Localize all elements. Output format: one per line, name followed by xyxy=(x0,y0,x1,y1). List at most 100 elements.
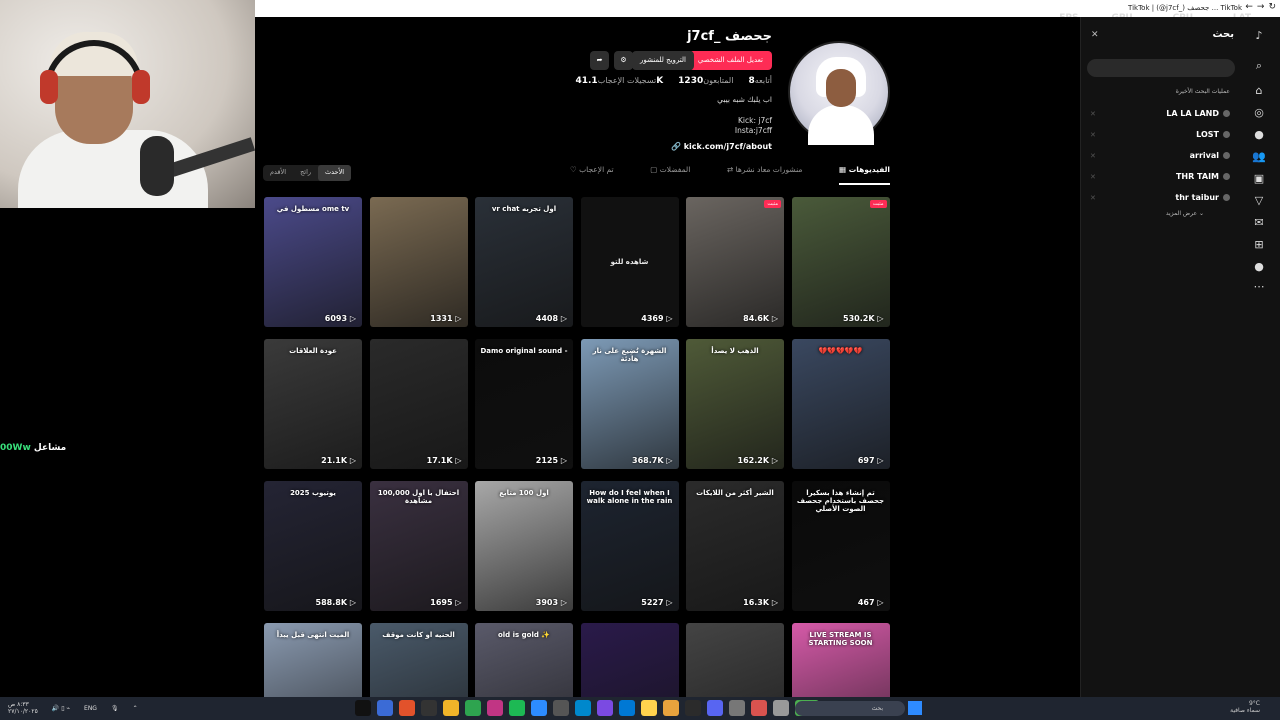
instagram-icon[interactable] xyxy=(487,700,503,716)
tab-reposts[interactable]: ⇄ منشورات معاد نشرها xyxy=(727,165,802,185)
video-tile[interactable]: الذهب لا يصدأ 162.2K ▷ xyxy=(686,339,784,469)
telegram-icon[interactable] xyxy=(575,700,591,716)
files-icon[interactable] xyxy=(641,700,657,716)
reload-icon[interactable]: ↻ xyxy=(1268,2,1276,12)
remove-icon[interactable]: ✕ xyxy=(1090,110,1096,118)
tab-videos[interactable]: ▦ الفيديوهات xyxy=(839,165,890,185)
forward-icon[interactable]: → xyxy=(1257,2,1265,12)
edit-profile-button[interactable]: تعديل الملف الشخصي xyxy=(688,51,772,70)
inbox-icon[interactable]: ▽ xyxy=(1252,194,1266,208)
video-tile[interactable]: LIVE STREAM IS STARTING SOON xyxy=(791,623,890,697)
chevron-up-icon[interactable]: ⌃ xyxy=(133,705,138,712)
sort-toggle: الأقدم رائج الأحدث xyxy=(263,165,352,181)
video-tile[interactable] xyxy=(686,623,784,697)
back-icon[interactable]: ← xyxy=(1245,2,1253,12)
app-icon[interactable] xyxy=(531,700,547,716)
video-tile[interactable]: How do I feel when I walk alone in the r… xyxy=(580,481,679,611)
video-tile[interactable]: الميت انتهى قبل يبدأ xyxy=(264,623,362,697)
messages-icon[interactable]: ✉ xyxy=(1252,216,1266,230)
recent-search-item[interactable]: ✕ LOST xyxy=(1090,124,1230,145)
app-icon[interactable] xyxy=(729,700,745,716)
profile-icon[interactable]: ● xyxy=(1252,260,1266,274)
home-icon[interactable]: ⌂ xyxy=(1252,84,1266,98)
remove-icon[interactable]: ✕ xyxy=(1090,152,1096,160)
app-icon[interactable] xyxy=(553,700,569,716)
video-tile[interactable]: 1331 ▷ xyxy=(369,197,468,327)
remove-icon[interactable]: ✕ xyxy=(1090,131,1096,139)
language-indicator[interactable]: ENG xyxy=(84,705,97,712)
play-icon: ▷ xyxy=(347,314,356,323)
search-input[interactable] xyxy=(1087,59,1235,77)
sort-latest[interactable]: الأحدث xyxy=(318,165,352,181)
video-tile[interactable]: 17.1K ▷ xyxy=(369,339,468,469)
promote-post-button[interactable]: الترويج للمنشور xyxy=(632,51,694,70)
app-icon[interactable] xyxy=(465,700,481,716)
view-count-value: 2125 xyxy=(535,456,559,465)
video-tile[interactable]: Damo original sound - 2125 ▷ xyxy=(475,339,573,469)
recent-search-item[interactable]: ✕ THR TAIM xyxy=(1090,166,1230,187)
bio-link[interactable]: 🔗 kick.com/j7cf/about xyxy=(671,142,772,151)
video-tile[interactable]: مثبت 530.2K ▷ xyxy=(791,197,890,327)
search-icon[interactable]: ⌕ xyxy=(1252,59,1266,73)
app-icon[interactable] xyxy=(597,700,613,716)
more-icon[interactable]: ⋯ xyxy=(1252,280,1266,294)
tab-favorites[interactable]: ▢ المفضلات xyxy=(650,165,690,185)
app-icon[interactable] xyxy=(421,700,437,716)
video-tile[interactable]: عودة العلاقات 21.1K ▷ xyxy=(264,339,362,469)
taskbar-search[interactable]: بحث xyxy=(795,701,905,716)
app-icon[interactable] xyxy=(377,700,393,716)
tab-liked[interactable]: ♡ تم الإعجاب xyxy=(570,165,614,185)
windows-start-icon[interactable] xyxy=(908,701,922,715)
recent-search-item[interactable]: ✕ LA LA LAND xyxy=(1090,103,1230,124)
upload-icon[interactable]: ⊞ xyxy=(1252,238,1266,252)
video-tile[interactable]: شاهده للتو 4369 ▷ xyxy=(580,197,679,327)
explore-icon[interactable]: ◎ xyxy=(1252,106,1266,120)
clock[interactable]: ٨:٣٣ ص ٢٧/١٠/٢٠٢٥ xyxy=(8,701,38,715)
tiktok-app-icon[interactable] xyxy=(355,700,371,716)
app-icon[interactable] xyxy=(773,700,789,716)
friends-icon[interactable]: 👥 xyxy=(1252,150,1266,164)
video-tile[interactable]: الحنيه او كانت موقف xyxy=(369,623,468,697)
app-icon[interactable] xyxy=(685,700,701,716)
live-icon[interactable]: ▣ xyxy=(1252,172,1266,186)
video-tile[interactable]: 💔💔💔💔💔 697 ▷ xyxy=(791,339,890,469)
spotify-icon[interactable] xyxy=(509,700,525,716)
video-tile[interactable]: old is gold ✨ xyxy=(475,623,573,697)
app-icon[interactable] xyxy=(399,700,415,716)
recent-search-item[interactable]: ✕ arrival xyxy=(1090,145,1230,166)
video-tile[interactable]: تم إنشاء هذا بسكيرا جحصف باستخدام جحصف ا… xyxy=(791,481,890,611)
recent-search-item[interactable]: ✕ thr taibur xyxy=(1090,187,1230,208)
video-tile[interactable]: 2025 يوتيوب 588.8K ▷ xyxy=(264,481,362,611)
video-tile[interactable] xyxy=(580,623,679,697)
video-tile[interactable]: اول 100 متابع 3903 ▷ xyxy=(475,481,573,611)
tiktok-logo-icon[interactable]: ♪ xyxy=(1252,29,1266,43)
video-tile[interactable]: الشهرة تُضِيع على نار هادئة 368.7K ▷ xyxy=(580,339,679,469)
video-tile[interactable]: الشير أكثر من اللايكات 16.3K ▷ xyxy=(686,481,784,611)
stat-followers[interactable]: المتابعون1230 xyxy=(675,76,733,86)
share-icon[interactable]: ➦ xyxy=(590,51,609,70)
discord-icon[interactable] xyxy=(707,700,723,716)
weather-widget[interactable]: 9°C سماء صافية xyxy=(1230,700,1260,714)
close-icon[interactable]: ✕ xyxy=(1091,30,1099,40)
chrome-icon[interactable] xyxy=(443,700,459,716)
edge-icon[interactable] xyxy=(619,700,635,716)
tab-title[interactable]: TikTok | (@j7cf_) جحصف ... TikTok xyxy=(1128,4,1242,12)
stat-following[interactable]: أتابعه8 xyxy=(745,76,772,86)
video-tile[interactable]: احتفال با اول 100,000 مشاهدة 1695 ▷ xyxy=(369,481,468,611)
play-icon: ▷ xyxy=(347,456,356,465)
remove-icon[interactable]: ✕ xyxy=(1090,194,1096,202)
video-tile[interactable]: vr chat اول تجربه 4408 ▷ xyxy=(475,197,573,327)
mic-icon[interactable]: 🎙 xyxy=(111,705,119,712)
sort-popular[interactable]: رائج xyxy=(293,165,318,181)
remove-icon[interactable]: ✕ xyxy=(1090,173,1096,181)
sort-oldest[interactable]: الأقدم xyxy=(263,165,293,181)
app-icon[interactable] xyxy=(751,700,767,716)
settings-gear-icon[interactable]: ⚙ xyxy=(614,51,633,70)
folder-icon[interactable] xyxy=(663,700,679,716)
tray-icons[interactable]: 🔊 ▯ ⌁ xyxy=(52,705,70,712)
following-avatar-icon[interactable]: ● xyxy=(1252,128,1266,142)
video-tile[interactable]: مسطول في ome tv 6093 ▷ xyxy=(264,197,362,327)
avatar[interactable] xyxy=(788,41,890,145)
show-more-link[interactable]: عرض المزيد ⌄ xyxy=(1166,210,1204,217)
video-tile[interactable]: مثبت 84.6K ▷ xyxy=(686,197,784,327)
